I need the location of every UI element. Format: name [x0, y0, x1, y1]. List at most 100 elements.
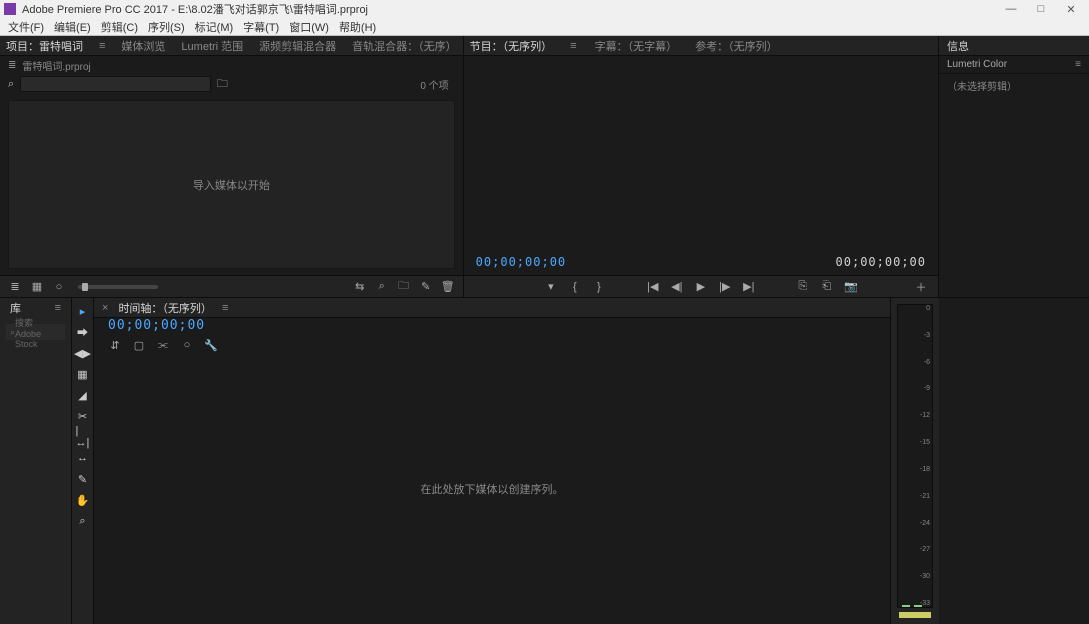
stock-search-placeholder: 搜索 Adobe Stock	[15, 316, 61, 349]
razor-tool[interactable]: ✂	[76, 409, 90, 423]
settings-button[interactable]: ○	[180, 338, 194, 352]
panel-menu-icon[interactable]: ≡	[55, 302, 61, 314]
meter-channel-right	[914, 605, 922, 607]
thumbnail-size-slider[interactable]	[78, 285, 158, 289]
list-view-button[interactable]: ≣	[8, 280, 22, 294]
scale-tick: -6	[920, 359, 930, 366]
tab-media-browser[interactable]: 媒体浏览	[121, 38, 165, 54]
step-forward-button[interactable]: |▶	[718, 280, 732, 294]
scale-tick: -15	[920, 439, 930, 446]
lumetri-color-label[interactable]: Lumetri Color	[947, 59, 1007, 70]
rolling-edit-tool[interactable]: ▦	[76, 367, 90, 381]
stock-search[interactable]: ⌕ 搜索 Adobe Stock	[6, 324, 65, 340]
menu-sequence[interactable]: 序列(S)	[144, 19, 189, 35]
tab-subtitle-monitor[interactable]: 字幕：（无字幕）	[595, 38, 678, 54]
side-empty	[939, 298, 1089, 624]
scale-tick: -27	[920, 546, 930, 553]
info-panel-title[interactable]: 信息	[939, 36, 1089, 56]
thumb-view-button[interactable]: ▦	[30, 280, 44, 294]
item-count: 0 个项	[420, 77, 448, 92]
menu-marker[interactable]: 标记(M)	[191, 19, 238, 35]
wrench-icon[interactable]: 🔧	[204, 338, 218, 352]
tab-audio-mixer[interactable]: 音轨混合器：（无序）	[352, 38, 457, 54]
project-search-input[interactable]	[20, 76, 211, 92]
project-media-area[interactable]: 导入媒体以开始	[8, 100, 455, 269]
program-tc-duration: 00;00;00;00	[836, 255, 926, 269]
find-button[interactable]: ⌕	[375, 280, 389, 294]
tab-libraries[interactable]: 库	[10, 300, 21, 316]
folder-icon[interactable]: 🗀	[217, 75, 228, 94]
menu-file[interactable]: 文件(F)	[4, 19, 48, 35]
slide-tool[interactable]: ↔	[76, 451, 90, 465]
button-editor-icon[interactable]: ＋	[914, 280, 928, 294]
scale-tick: 0	[920, 305, 930, 312]
menu-help[interactable]: 帮助(H)	[335, 19, 380, 35]
bin-icon: ≣	[8, 60, 16, 71]
panel-menu-icon[interactable]: ≡	[570, 40, 576, 52]
ripple-edit-tool[interactable]: ◀▶	[76, 346, 90, 360]
step-back-button[interactable]: ◀|	[670, 280, 684, 294]
extract-button[interactable]: ⎗	[820, 280, 834, 294]
scale-tick: -30	[920, 573, 930, 580]
meter-channel-left	[902, 605, 910, 607]
lift-button[interactable]: ⎘	[796, 280, 810, 294]
slip-tool[interactable]: |↔|	[76, 430, 90, 444]
scale-tick: -24	[920, 520, 930, 527]
goto-in-button[interactable]: |◀	[646, 280, 660, 294]
search-icon: ⌕	[8, 78, 14, 91]
timeline-timecode[interactable]: 00;00;00;00	[94, 318, 890, 336]
menu-window[interactable]: 窗口(W)	[285, 19, 333, 35]
goto-out-button[interactable]: ▶|	[742, 280, 756, 294]
tab-project[interactable]: 项目：雷特唱词	[6, 38, 83, 54]
no-clip-selected: （未选择剪辑）	[939, 74, 1089, 97]
scale-tick: -21	[920, 493, 930, 500]
new-bin-button[interactable]: 🗀	[397, 280, 411, 294]
minimize-button[interactable]: —	[1005, 3, 1017, 15]
program-tc-current[interactable]: 00;00;00;00	[476, 255, 566, 269]
panel-menu-icon[interactable]: ≡	[222, 302, 228, 314]
scale-tick: -12	[920, 412, 930, 419]
tab-lumetri-scopes[interactable]: Lumetri 范围	[181, 38, 243, 54]
rate-stretch-tool[interactable]: ◢	[76, 388, 90, 402]
program-monitor: 00;00;00;00 00;00;00;00	[464, 56, 938, 275]
tab-timeline[interactable]: 时间轴：（无序列）	[118, 300, 212, 316]
menu-clip[interactable]: 剪辑(C)	[97, 19, 142, 35]
export-frame-button[interactable]: 📷	[844, 280, 858, 294]
maximize-button[interactable]: □	[1035, 3, 1047, 15]
meter-footer	[899, 612, 931, 618]
timeline-drop-hint: 在此处放下媒体以创建序列。	[421, 481, 564, 497]
panel-menu-icon[interactable]: ≡	[1075, 59, 1081, 70]
mark-in-button[interactable]: {	[568, 280, 582, 294]
pen-tool[interactable]: ✎	[76, 472, 90, 486]
selection-tool[interactable]: ▸	[76, 304, 90, 318]
menu-edit[interactable]: 编辑(E)	[50, 19, 95, 35]
add-marker-button[interactable]: ▢	[132, 338, 146, 352]
add-marker-button[interactable]: ▾	[544, 280, 558, 294]
tab-reference-monitor[interactable]: 参考：（无序列）	[695, 38, 778, 54]
auto-match-button[interactable]: ⇆	[353, 280, 367, 294]
delete-button[interactable]: 🗑	[441, 280, 455, 294]
mark-out-button[interactable]: }	[592, 280, 606, 294]
new-item-button[interactable]: ✎	[419, 280, 433, 294]
hand-tool[interactable]: ✋	[76, 493, 90, 507]
tab-program-monitor[interactable]: 节目：（无序列）	[470, 38, 553, 54]
snap-toggle[interactable]: ⇵	[108, 338, 122, 352]
menubar: 文件(F) 编辑(E) 剪辑(C) 序列(S) 标记(M) 字幕(T) 窗口(W…	[0, 18, 1089, 36]
freeform-view-button[interactable]: ○	[52, 280, 66, 294]
scale-tick: -9	[920, 385, 930, 392]
menu-subtitle[interactable]: 字幕(T)	[239, 19, 283, 35]
app-icon	[4, 3, 16, 15]
window-title: Adobe Premiere Pro CC 2017 - E:\8.02潘飞对话…	[22, 1, 1005, 17]
zoom-tool[interactable]: ⌕	[76, 514, 90, 528]
audio-meters: 0-3-6-9-12-15-18-21-24-27-30-33	[897, 304, 933, 608]
import-media-hint: 导入媒体以开始	[193, 177, 270, 193]
scale-tick: -3	[920, 332, 930, 339]
play-button[interactable]: ▶	[694, 280, 708, 294]
close-button[interactable]: ✕	[1065, 3, 1077, 15]
track-select-tool[interactable]: ⮕	[76, 325, 90, 339]
linked-selection-toggle[interactable]: ⫘	[156, 338, 170, 352]
project-crumb: 雷特唱词.prproj	[22, 58, 90, 73]
panel-menu-icon[interactable]: ≡	[99, 40, 105, 52]
timeline-drop-area[interactable]: 在此处放下媒体以创建序列。	[94, 354, 890, 624]
tab-source-mixer[interactable]: 源频剪辑混合器	[259, 38, 336, 54]
